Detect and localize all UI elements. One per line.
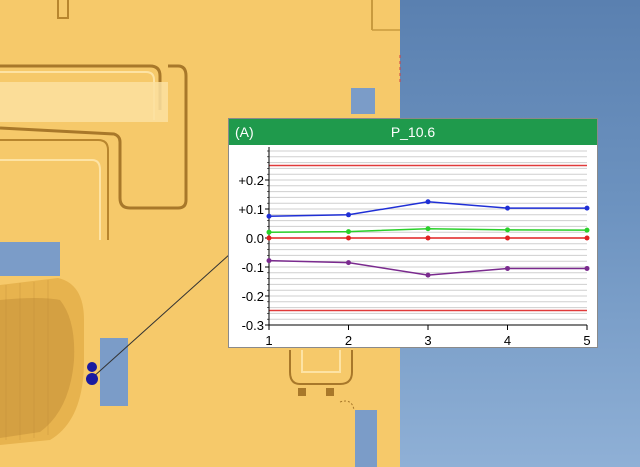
x-tick-label: 2 [345, 333, 352, 347]
data-point [346, 229, 351, 235]
data-point [584, 235, 590, 241]
data-point [584, 265, 590, 271]
y-tick-label: -0.3 [242, 318, 264, 333]
deviation-chart: +0.2 +0.1 0.0 -0.1 -0.2 -0.31 2 3 4 5 [238, 147, 591, 347]
y-tick-label: +0.1 [238, 202, 264, 217]
measurement-popup[interactable]: (A) P_10.6 +0.2 +0.1 0.0 -0.1 -0.2 -0.3 1 2 3 4 5 [228, 118, 598, 348]
y-tick-label: 0.0 [246, 231, 264, 246]
data-point [266, 229, 272, 235]
data-point [346, 235, 351, 241]
x-tick-label: 3 [424, 333, 431, 347]
data-point [425, 226, 431, 232]
y-tick-label: +0.2 [238, 173, 264, 188]
data-point [584, 205, 590, 211]
data-point [505, 205, 510, 211]
x-tick-label: 1 [265, 333, 272, 347]
y-tick-label: -0.2 [242, 289, 264, 304]
data-point [425, 199, 431, 205]
data-point [505, 265, 510, 271]
data-point [346, 212, 351, 218]
data-point [425, 272, 431, 278]
data-point [505, 235, 510, 241]
data-point [346, 260, 351, 266]
data-point [425, 235, 431, 241]
x-tick-label: 5 [583, 333, 590, 347]
data-point [266, 258, 272, 264]
cad-viewport[interactable]: (A) P_10.6 +0.2 +0.1 0.0 -0.1 -0.2 -0.3 1 2 3 4 5 [0, 0, 640, 467]
x-tick-label: 4 [504, 333, 511, 347]
data-point [266, 235, 272, 241]
data-point [584, 227, 590, 233]
data-point [505, 227, 510, 233]
y-tick-label: -0.1 [242, 260, 264, 275]
data-point [266, 213, 272, 219]
